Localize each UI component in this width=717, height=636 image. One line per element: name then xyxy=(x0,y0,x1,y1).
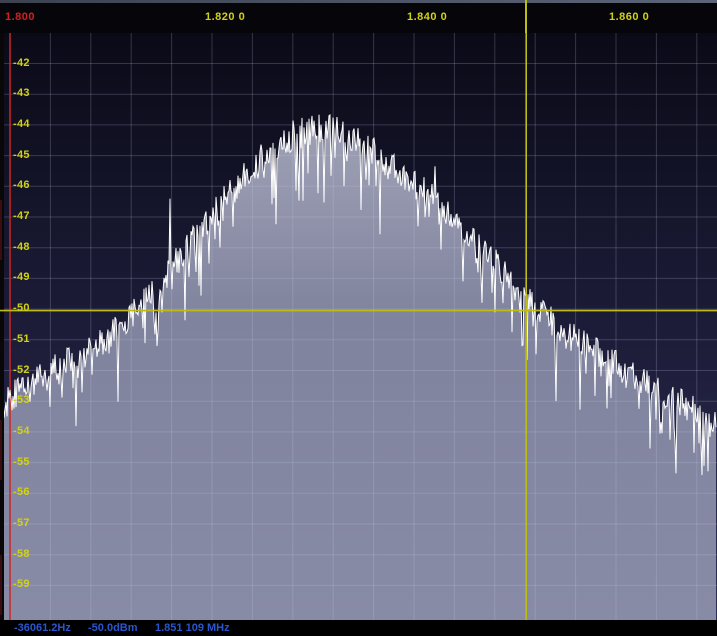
db-axis-label: -54 xyxy=(13,425,30,437)
left-edge-strip-tint xyxy=(0,420,2,480)
left-edge-strip-tint xyxy=(0,555,2,615)
db-axis-label: -59 xyxy=(13,578,30,590)
db-axis-label: -43 xyxy=(13,87,30,99)
db-axis-label: -51 xyxy=(13,333,30,345)
status-bar: -36061.2Hz -50.0dBm 1.851 109 MHz xyxy=(0,620,717,636)
band-edge-frequency-label: 1.800 xyxy=(5,11,35,23)
spectrum-plot-area[interactable]: -42 -43 -44 -45 -46 -47 -48 -49 -50 -51 -52 -53 -54 -… xyxy=(0,33,717,620)
cursor-level-readout: -50.0dBm xyxy=(88,622,138,634)
db-axis-label: -46 xyxy=(13,179,30,191)
db-axis-label: -52 xyxy=(13,364,30,376)
db-axis-label: -45 xyxy=(13,149,30,161)
db-axis-label: -58 xyxy=(13,548,30,560)
cursor-vertical-line-header xyxy=(525,0,527,33)
db-axis-label: -50 xyxy=(13,302,30,314)
spectrum-analyzer-window: 1.800 1.820 0 1.840 0 1.860 0 -42 -43 -44 -45… xyxy=(0,0,717,636)
spectrum-plot-canvas[interactable] xyxy=(0,33,717,636)
frequency-axis-header: 1.800 1.820 0 1.840 0 1.860 0 xyxy=(0,3,717,33)
left-edge-strip xyxy=(0,33,4,620)
db-axis-label: -55 xyxy=(13,456,30,468)
db-axis-label: -56 xyxy=(13,486,30,498)
db-axis-label: -48 xyxy=(13,241,30,253)
db-axis-label: -47 xyxy=(13,210,30,222)
db-axis-label: -53 xyxy=(13,394,30,406)
cursor-offset-readout: -36061.2Hz xyxy=(14,622,71,634)
cursor-frequency-readout: 1.851 109 MHz xyxy=(155,622,230,634)
freq-tick-label: 1.820 0 xyxy=(205,11,245,23)
freq-tick-label: 1.860 0 xyxy=(609,11,649,23)
db-axis-label: -57 xyxy=(13,517,30,529)
db-axis-label: -42 xyxy=(13,57,30,69)
freq-tick-label: 1.840 0 xyxy=(407,11,447,23)
db-axis-label: -49 xyxy=(13,271,30,283)
left-edge-strip-tint xyxy=(0,200,2,260)
db-axis-label: -44 xyxy=(13,118,30,130)
